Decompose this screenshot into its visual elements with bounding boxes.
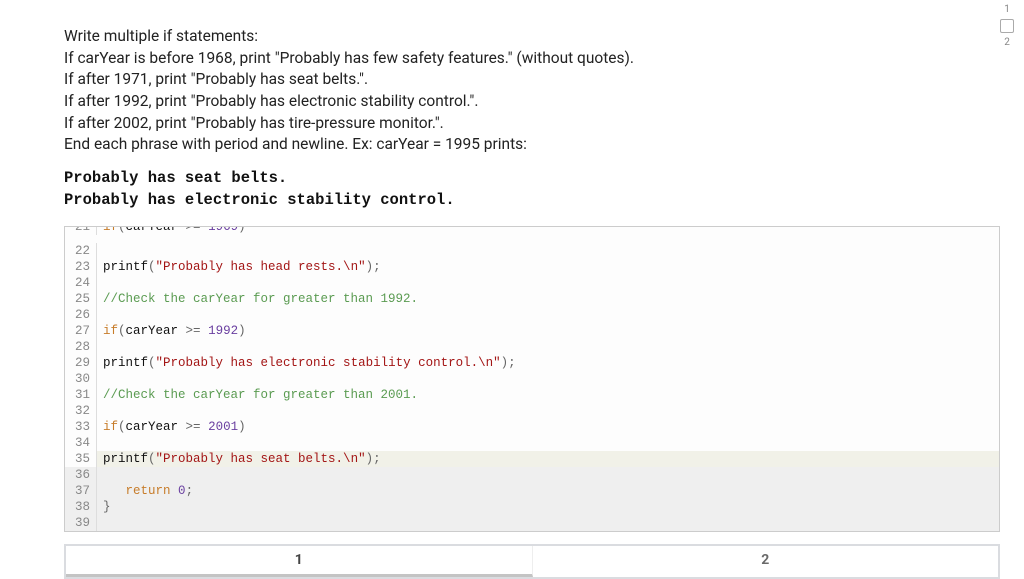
line-number: 32 <box>65 403 97 419</box>
expected-output-line: Probably has seat belts. <box>64 168 1000 190</box>
instruction-line: If after 1971, print "Probably has seat … <box>64 69 992 91</box>
line-number: 23 <box>65 259 97 275</box>
line-number: 24 <box>65 275 97 291</box>
line-number: 37 <box>65 483 97 499</box>
tab-2[interactable]: 2 <box>533 546 999 577</box>
line-number: 22 <box>65 243 97 259</box>
code-line[interactable]: 22 <box>65 243 999 259</box>
expected-output-line: Probably has electronic stability contro… <box>64 190 1000 212</box>
code-line[interactable]: 32 <box>65 403 999 419</box>
line-number: 28 <box>65 339 97 355</box>
line-content[interactable]: return 0; <box>97 483 193 499</box>
code-line[interactable]: 24 <box>65 275 999 291</box>
line-content[interactable]: if(carYear >= 1969) <box>97 227 246 235</box>
pagination-tabs: 1 2 <box>64 544 1000 579</box>
line-number: 30 <box>65 371 97 387</box>
expected-output: Probably has seat belts. Probably has el… <box>64 168 1000 211</box>
line-number: 21 <box>65 227 97 235</box>
code-line[interactable]: 35 printf("Probably has seat belts.\n"); <box>65 451 999 467</box>
line-content[interactable]: printf("Probably has seat belts.\n"); <box>97 451 999 467</box>
code-line[interactable]: 36 <box>65 467 999 483</box>
problem-statement: Write multiple if statements: If carYear… <box>64 26 992 156</box>
line-number: 33 <box>65 419 97 435</box>
line-content[interactable]: //Check the carYear for greater than 199… <box>97 291 418 307</box>
line-content[interactable]: } <box>97 499 111 515</box>
code-line[interactable]: 33 if(carYear >= 2001) <box>65 419 999 435</box>
code-line[interactable]: 34 <box>65 435 999 451</box>
line-number: 35 <box>65 451 97 467</box>
line-number: 26 <box>65 307 97 323</box>
code-line[interactable]: 23 printf("Probably has head rests.\n"); <box>65 259 999 275</box>
line-number: 38 <box>65 499 97 515</box>
code-line[interactable]: 28 <box>65 339 999 355</box>
code-line[interactable]: 29 printf("Probably has electronic stabi… <box>65 355 999 371</box>
line-number: 31 <box>65 387 97 403</box>
line-number: 36 <box>65 467 97 483</box>
rail-index-2: 2 <box>998 37 1016 48</box>
code-editor[interactable]: 21 if(carYear >= 1969) 22 23 printf("Pro… <box>64 226 1000 532</box>
line-content[interactable]: printf("Probably has head rests.\n"); <box>97 259 381 275</box>
code-line[interactable]: 27 if(carYear >= 1992) <box>65 323 999 339</box>
main-content: Reset Write multiple if statements: If c… <box>0 0 1024 579</box>
line-number: 27 <box>65 323 97 339</box>
code-line[interactable]: 26 <box>65 307 999 323</box>
line-number: 29 <box>65 355 97 371</box>
line-number: 39 <box>65 515 97 531</box>
line-content[interactable]: if(carYear >= 1992) <box>97 323 246 339</box>
rail-checkbox[interactable] <box>1000 19 1014 33</box>
line-content[interactable]: printf("Probably has electronic stabilit… <box>97 355 516 371</box>
instruction-line: End each phrase with period and newline.… <box>64 134 992 156</box>
right-rail: 1 2 <box>998 4 1016 48</box>
tab-1[interactable]: 1 <box>66 546 533 577</box>
instruction-line: If after 2002, print "Probably has tire-… <box>64 113 992 135</box>
rail-index-1: 1 <box>998 4 1016 15</box>
code-line[interactable]: 31 //Check the carYear for greater than … <box>65 387 999 403</box>
line-number: 34 <box>65 435 97 451</box>
line-number: 25 <box>65 291 97 307</box>
instruction-line: If carYear is before 1968, print "Probab… <box>64 48 992 70</box>
code-line[interactable]: 39 <box>65 515 999 531</box>
code-line[interactable]: 37 return 0; <box>65 483 999 499</box>
code-line[interactable]: 21 if(carYear >= 1969) <box>65 227 999 243</box>
code-line[interactable]: 25 //Check the carYear for greater than … <box>65 291 999 307</box>
line-content[interactable]: if(carYear >= 2001) <box>97 419 246 435</box>
code-line[interactable]: 38 } <box>65 499 999 515</box>
code-line[interactable]: 30 <box>65 371 999 387</box>
instruction-line: If after 1992, print "Probably has elect… <box>64 91 992 113</box>
instruction-lead: Write multiple if statements: <box>64 26 992 48</box>
line-content[interactable]: //Check the carYear for greater than 200… <box>97 387 418 403</box>
